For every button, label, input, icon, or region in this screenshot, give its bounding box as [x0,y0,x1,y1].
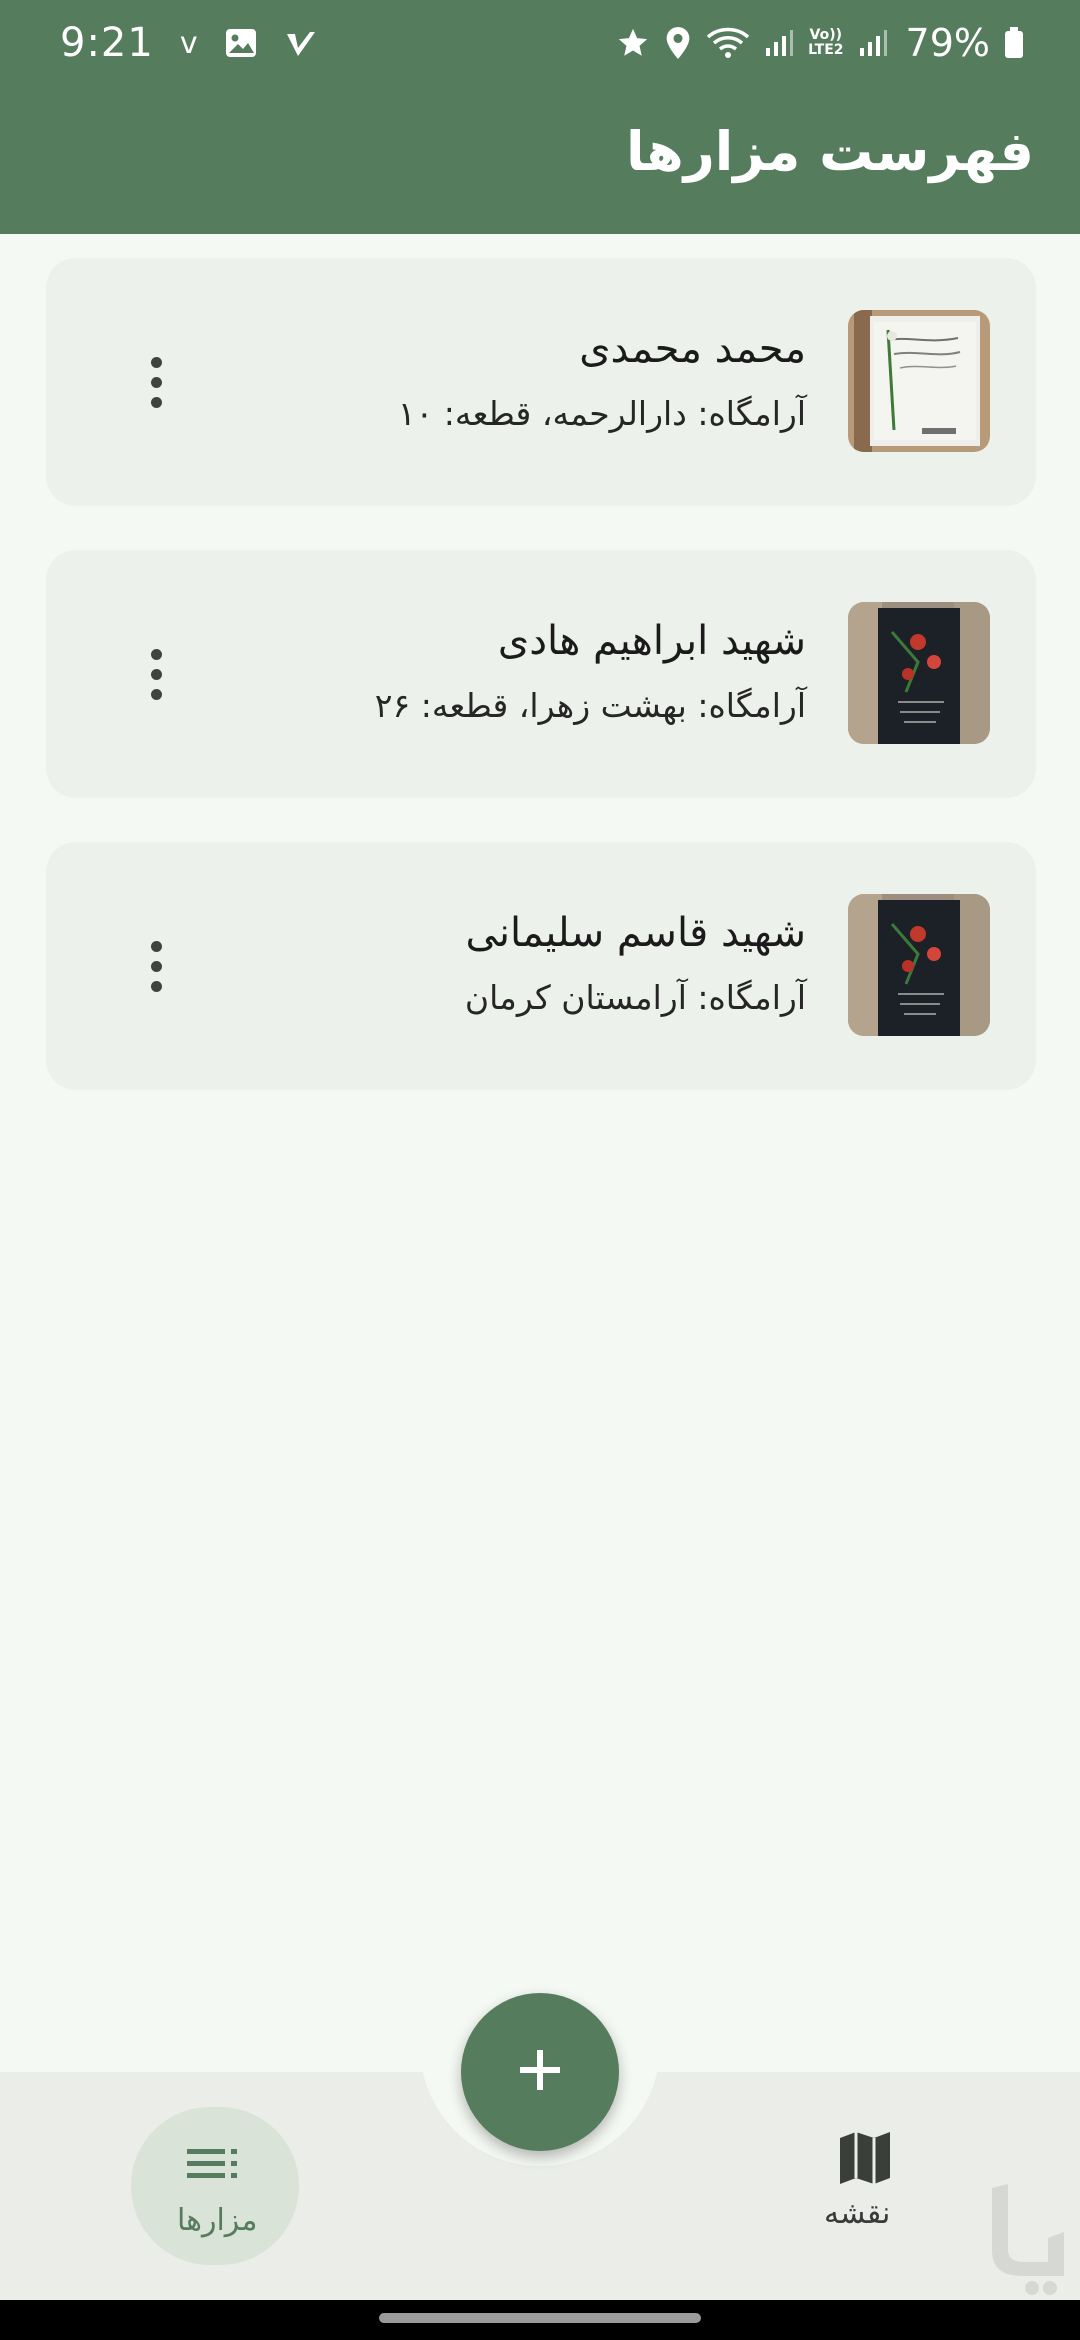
add-grave-button[interactable] [461,1993,619,2151]
map-icon [838,2130,892,2190]
grave-card[interactable]: شهید ابراهیم هادی آرامگاه: بهشت زهرا، قط… [46,550,1036,798]
more-vert-icon [150,356,162,368]
nav-label-map: نقشه [824,2196,891,2231]
grave-location: آرامگاه: آرامستان کرمان [464,978,806,1017]
nav-label-graves: مزارها [177,2203,258,2238]
grave-photo [848,894,990,1036]
plus-icon [518,2048,562,2096]
status-bar: 9:21 v Vo)) LTE2 79% [0,0,1080,86]
battery-icon [1004,27,1024,59]
grave-card[interactable]: شهید قاسم سلیمانی آرامگاه: آرامستان کرما… [46,842,1036,1090]
check-app-icon [284,26,318,60]
home-gesture-bar[interactable] [379,2313,701,2323]
grave-photo [848,310,990,452]
status-time: 9:21 [60,20,154,66]
notification-v-icon: v [179,25,198,61]
more-options-button[interactable] [136,634,176,714]
signal-2-icon [858,28,888,58]
battery-percent: 79% [905,21,990,65]
grave-card[interactable]: محمد محمدی آرامگاه: دارالرحمه، قطعه: ۱۰ [46,258,1036,506]
grave-name: محمد محمدی [579,326,806,372]
more-options-button[interactable] [136,342,176,422]
grave-name: شهید قاسم سلیمانی [465,910,806,956]
more-vert-icon [150,940,162,952]
signal-icon [764,28,794,58]
wifi-icon [706,26,750,60]
nav-item-map[interactable]: نقشه [790,2110,940,2260]
grave-photo [848,602,990,744]
location-icon [664,26,692,60]
grave-location: آرامگاه: بهشت زهرا، قطعه: ۲۶ [374,686,806,725]
nav-item-graves[interactable]: مزارها [131,2107,299,2265]
volte-lte-icon: Vo)) LTE2 [808,27,844,58]
list-icon [187,2147,243,2185]
star-icon [616,26,650,60]
page-title: فهرست مزارها [625,120,1034,183]
more-options-button[interactable] [136,926,176,1006]
grave-location: آرامگاه: دارالرحمه، قطعه: ۱۰ [397,394,806,433]
gallery-icon [224,26,258,60]
more-vert-icon [150,648,162,660]
grave-name: شهید ابراهیم هادی [497,618,806,664]
store-watermark-logo [974,2180,1074,2300]
